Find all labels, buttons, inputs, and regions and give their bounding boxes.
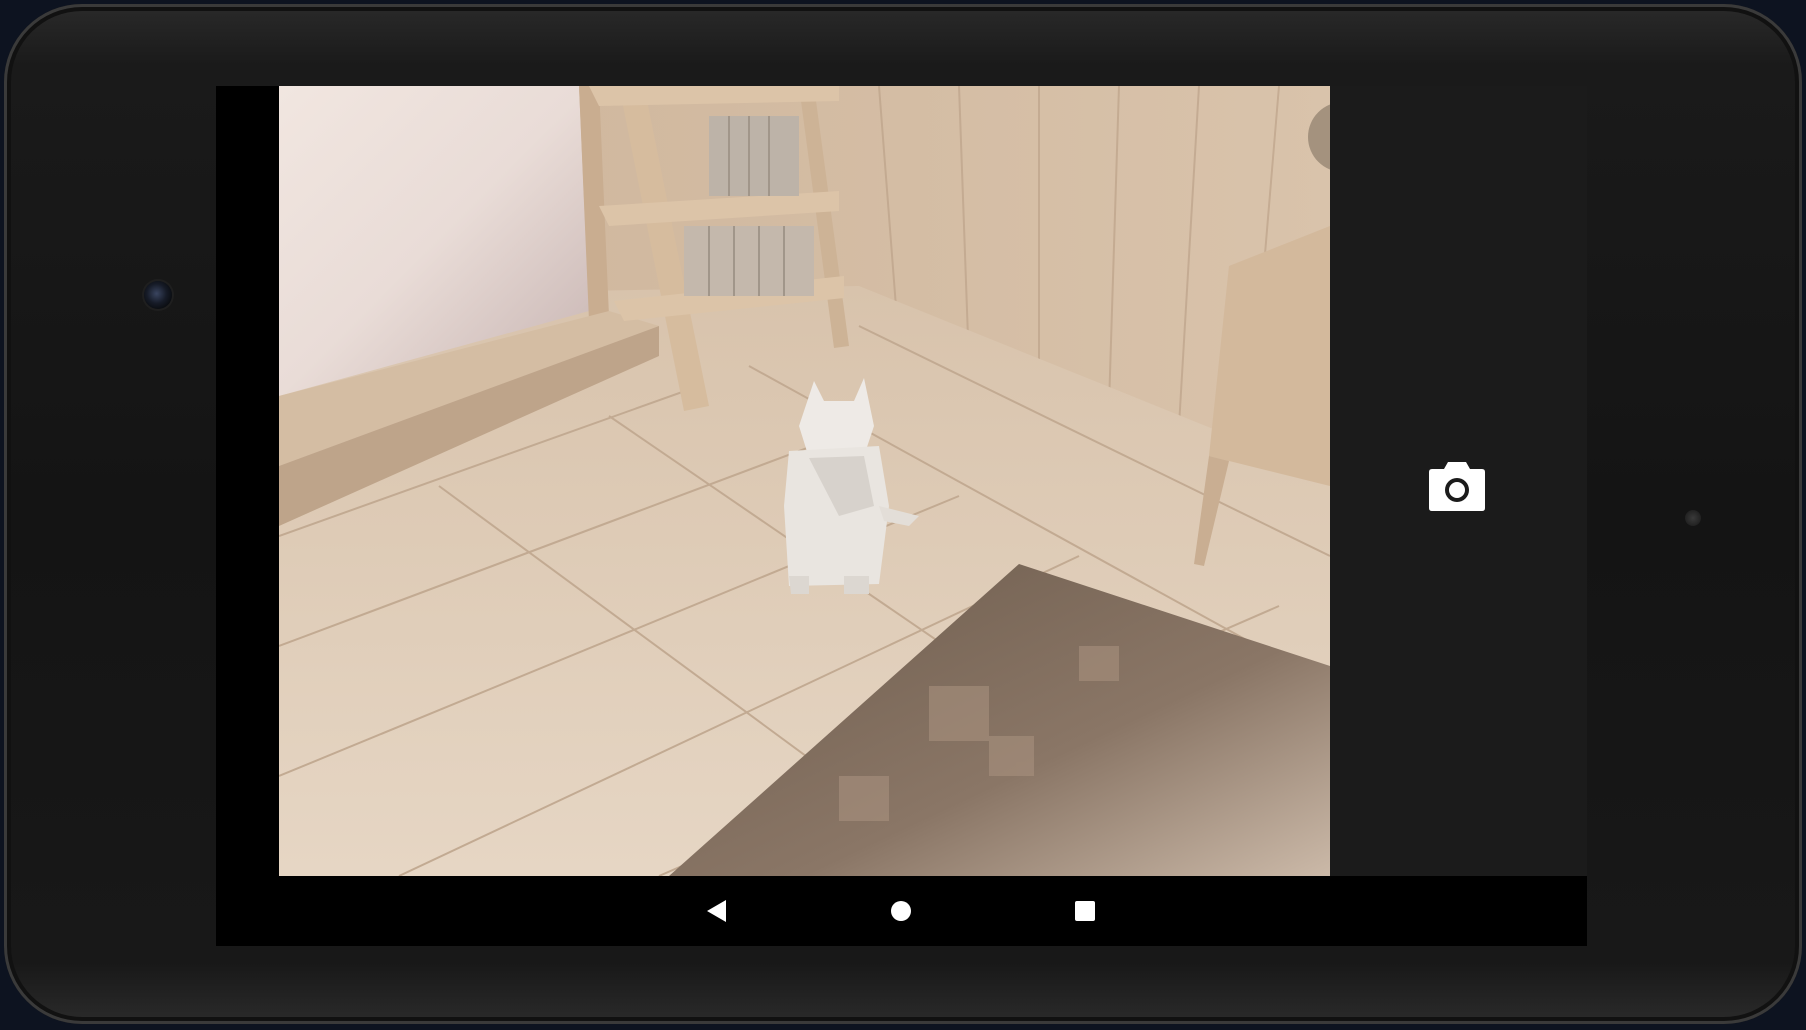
device-screen — [216, 86, 1587, 946]
home-circle-icon — [891, 901, 911, 921]
nav-home-button[interactable] — [878, 888, 924, 934]
nav-recents-button[interactable] — [1062, 888, 1108, 934]
recents-square-icon — [1075, 901, 1095, 921]
front-camera-lens — [144, 281, 172, 309]
shutter-button[interactable] — [1419, 448, 1495, 524]
system-navigation-bar — [216, 876, 1587, 946]
camera-viewfinder[interactable] — [279, 86, 1330, 876]
camera-control-panel — [1330, 86, 1587, 876]
back-triangle-icon — [707, 900, 726, 922]
camera-icon — [1429, 462, 1485, 511]
proximity-sensor — [1685, 510, 1701, 526]
viewfinder-scene — [279, 86, 1330, 876]
nav-back-button[interactable] — [694, 888, 740, 934]
